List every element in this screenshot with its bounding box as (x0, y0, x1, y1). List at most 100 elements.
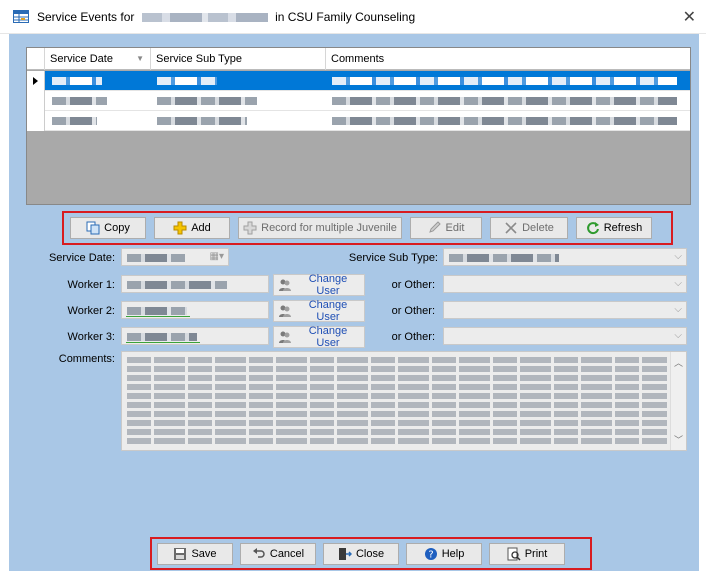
chevron-down-icon: ⌵ (674, 278, 682, 289)
save-disk-icon (174, 548, 187, 560)
worker2-change-user-button[interactable]: Change User (273, 299, 365, 323)
comments-label: Comments: (58, 353, 115, 365)
column-header-label: Comments (331, 53, 385, 65)
add-button[interactable]: Add (154, 217, 230, 239)
service-date-label: Service Date: (48, 252, 115, 264)
worker2-label: Worker 2: (67, 305, 115, 317)
column-header-label: Service Date (50, 53, 113, 65)
row-header-corner (27, 48, 45, 70)
copy-label: Copy (104, 222, 130, 234)
save-button[interactable]: Save (157, 543, 233, 565)
table-row[interactable] (27, 71, 690, 91)
edit-pencil-icon (428, 221, 441, 233)
print-button[interactable]: Print (489, 543, 565, 565)
sort-desc-icon: ▼ (136, 54, 144, 63)
window-title-suffix: in CSU Family Counseling (275, 10, 416, 24)
change-user-label: Change User (308, 273, 348, 297)
close-label: Close (355, 548, 385, 560)
cancel-label: Cancel (269, 548, 305, 560)
comments-textarea[interactable]: ︿ ﹀ (121, 351, 687, 451)
cell-service-date (52, 117, 97, 125)
comments-value (127, 356, 667, 446)
window-title: Service Events for in CSU Family Counsel… (37, 10, 415, 24)
refresh-label: Refresh (603, 222, 643, 234)
worker1-value (127, 281, 227, 289)
record-multiple-label: Record for multiple Juvenile (261, 222, 397, 234)
svg-text:?: ? (428, 550, 433, 561)
cell-service-date (52, 77, 102, 85)
column-header-service-date[interactable]: Service Date ▼ (45, 48, 151, 70)
worker3-field[interactable] (121, 327, 269, 345)
users-icon (279, 331, 291, 343)
worker2-field[interactable] (121, 301, 269, 319)
comments-scrollbar[interactable]: ︿ ﹀ (670, 352, 686, 450)
users-icon (279, 305, 291, 317)
add-label: Add (191, 222, 211, 234)
worker2-or-other-label: or Other: (391, 305, 435, 317)
refresh-button[interactable]: Refresh (576, 217, 652, 239)
cell-comments (332, 117, 677, 125)
chevron-down-icon: ⌵ (674, 251, 682, 262)
cell-service-sub-type (157, 97, 257, 105)
help-button[interactable]: ? Help (406, 543, 482, 565)
cell-comments (332, 97, 677, 105)
help-icon: ? (424, 548, 437, 561)
window-title-prefix: Service Events for (37, 10, 135, 24)
undo-icon (252, 548, 265, 558)
calendar-dropdown-icon: ▦▾ (209, 251, 224, 262)
help-label: Help (441, 548, 465, 560)
service-sub-type-value (449, 254, 559, 262)
worker3-label: Worker 3: (67, 331, 115, 343)
delete-button[interactable]: Delete (490, 217, 568, 239)
worker1-other-select[interactable]: ⌵ (443, 275, 687, 293)
worker3-other-select[interactable]: ⌵ (443, 327, 687, 345)
spellcheck-underline (126, 316, 190, 317)
close-icon[interactable]: ✕ (683, 7, 696, 27)
table-row[interactable] (27, 91, 690, 111)
main-panel: Service Date ▼ Service Sub Type Comments (9, 34, 699, 571)
worker1-field[interactable] (121, 275, 269, 293)
copy-button[interactable]: Copy (70, 217, 146, 239)
copy-icon (86, 221, 100, 235)
service-date-picker[interactable]: ▦▾ (121, 248, 229, 266)
service-date-value (127, 254, 185, 262)
edit-button[interactable]: Edit (410, 217, 482, 239)
print-preview-icon (507, 547, 521, 561)
row-header (27, 111, 45, 131)
window-edge (0, 34, 9, 571)
cell-comments (332, 77, 677, 85)
close-button[interactable]: Close (323, 543, 399, 565)
worker2-other-select[interactable]: ⌵ (443, 301, 687, 319)
column-header-service-sub-type[interactable]: Service Sub Type (151, 48, 326, 70)
service-sub-type-select[interactable]: ⌵ (443, 248, 687, 266)
chevron-down-icon: ⌵ (674, 304, 682, 315)
scroll-up-icon[interactable]: ︿ (674, 356, 683, 369)
cell-service-date (52, 97, 107, 105)
chevron-down-icon: ⌵ (674, 330, 682, 341)
row-header (27, 71, 45, 91)
current-row-arrow-icon (33, 77, 38, 85)
users-icon (279, 279, 291, 291)
worker1-change-user-button[interactable]: Change User (273, 273, 365, 297)
scroll-down-icon[interactable]: ﹀ (674, 433, 683, 446)
record-multiple-juvenile-button[interactable]: Record for multiple Juvenile (238, 217, 402, 239)
spellcheck-underline (126, 342, 200, 343)
add-plus-icon (173, 221, 187, 235)
service-sub-type-label: Service Sub Type: (348, 252, 438, 264)
service-events-grid[interactable]: Service Date ▼ Service Sub Type Comments (26, 47, 691, 205)
change-user-label: Change User (308, 325, 348, 349)
add-plus-icon (243, 221, 257, 235)
worker3-value (127, 333, 197, 341)
worker1-or-other-label: or Other: (391, 279, 435, 291)
column-header-comments[interactable]: Comments (326, 48, 690, 70)
cancel-button[interactable]: Cancel (240, 543, 316, 565)
table-row[interactable] (27, 111, 690, 131)
row-header (27, 91, 45, 111)
save-label: Save (191, 548, 217, 560)
worker3-change-user-button[interactable]: Change User (273, 325, 365, 349)
grid-app-icon (13, 10, 29, 23)
change-user-label: Change User (308, 299, 348, 323)
title-bar: Service Events for in CSU Family Counsel… (0, 0, 706, 34)
cell-service-sub-type (157, 117, 247, 125)
delete-label: Delete (522, 222, 554, 234)
